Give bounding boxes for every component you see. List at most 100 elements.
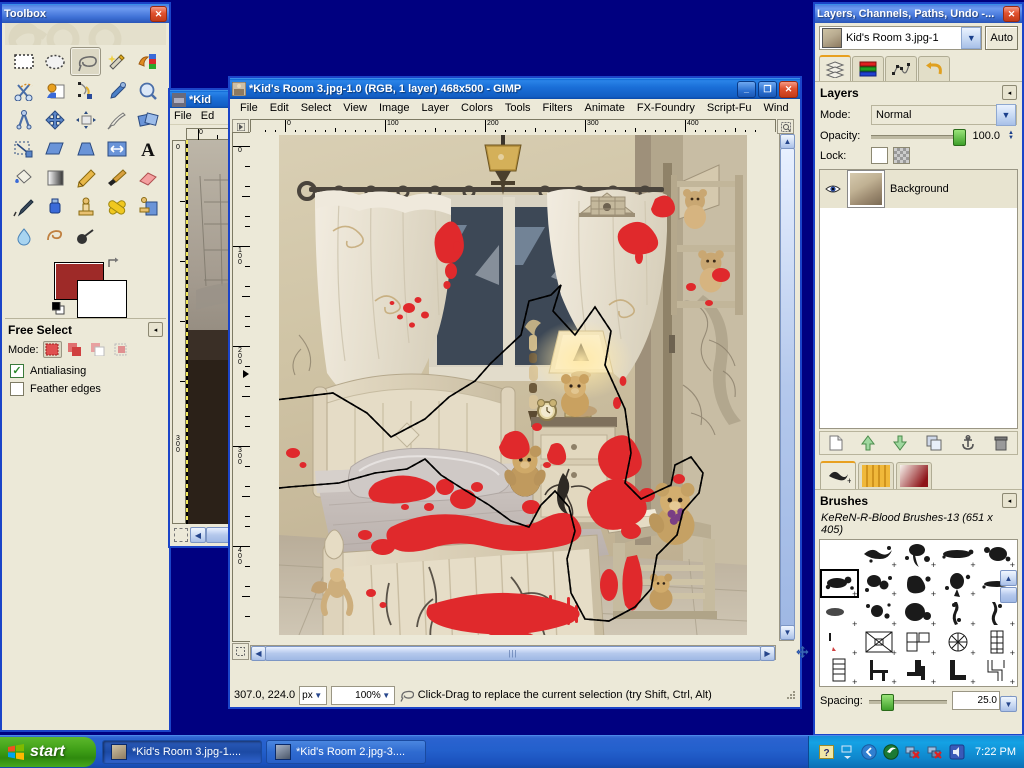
layer-mode-select[interactable]: Normal ▼ <box>871 104 1017 126</box>
menu-fx-foundry[interactable]: FX-Foundry <box>631 101 701 115</box>
main-minimize-button[interactable]: _ <box>737 80 756 98</box>
menu-tools[interactable]: Tools <box>499 101 537 115</box>
mode-add-button[interactable] <box>66 341 85 358</box>
list-item[interactable]: + <box>859 628 898 657</box>
paths-tool[interactable] <box>70 76 101 105</box>
list-item[interactable]: + <box>899 657 938 686</box>
heal-tool[interactable] <box>101 192 132 221</box>
layer-mode-chevron-down-icon[interactable]: ▼ <box>996 104 1016 126</box>
ellipse-select-tool[interactable] <box>39 47 70 76</box>
list-item[interactable]: + <box>899 598 938 628</box>
toolbox-close-button[interactable]: ✕ <box>150 6 167 22</box>
list-item[interactable]: + <box>820 598 859 628</box>
auto-follow-button[interactable]: Auto <box>985 26 1018 50</box>
clone-tool[interactable] <box>70 192 101 221</box>
table-row[interactable]: Background <box>820 170 1017 208</box>
list-item[interactable]: + <box>938 657 977 686</box>
scale-tool[interactable] <box>8 134 39 163</box>
dock-close-button[interactable]: ✕ <box>1003 6 1020 22</box>
flip-tool[interactable] <box>101 134 132 163</box>
mode-intersect-button[interactable] <box>112 341 131 358</box>
tab-paths[interactable] <box>885 56 917 81</box>
menu-select[interactable]: Select <box>295 101 338 115</box>
swap-colors-icon[interactable] <box>106 256 120 270</box>
menu-file[interactable]: File <box>234 101 264 115</box>
feather-edges-row[interactable]: Feather edges <box>2 378 169 396</box>
brush-grid[interactable]: + + + + + + + + + + + + + + + + + + + + … <box>820 540 1017 686</box>
dodge-burn-tool[interactable] <box>70 221 101 250</box>
brush-scroll-down-button[interactable]: ▼ <box>1000 696 1017 712</box>
layer-opacity-slider[interactable] <box>871 129 966 146</box>
menu-filters[interactable]: Filters <box>537 101 579 115</box>
tab-channels[interactable] <box>852 56 884 81</box>
menu-edit[interactable]: Edit <box>264 101 295 115</box>
free-select-tool[interactable] <box>70 47 101 76</box>
tray-chevron-left-icon[interactable] <box>861 744 877 760</box>
spacing-value-box[interactable]: 25.0 <box>952 691 1000 710</box>
toolbox-titlebar[interactable]: Toolbox ✕ <box>2 4 169 23</box>
measure-tool[interactable] <box>8 105 39 134</box>
move-tool[interactable] <box>39 105 70 134</box>
tool-options-collapse-button[interactable]: ◂ <box>148 322 163 337</box>
tab-patterns[interactable] <box>858 462 894 489</box>
layers-list[interactable]: Background <box>819 169 1018 429</box>
list-item[interactable]: + <box>899 628 938 657</box>
quick-mask-button[interactable] <box>232 643 249 660</box>
tab-gradients[interactable] <box>896 462 932 489</box>
list-item[interactable]: + <box>938 598 977 628</box>
lock-pixels-checkbox[interactable] <box>871 147 888 164</box>
network-disconnected-icon[interactable] <box>905 744 921 760</box>
lock-alpha-button[interactable] <box>893 147 910 164</box>
scroll-left-button[interactable]: ◀ <box>251 646 266 661</box>
spacing-slider[interactable] <box>869 693 947 711</box>
list-item[interactable]: + <box>820 657 859 686</box>
canvas-vertical-scrollbar[interactable]: ▲ ▼ <box>779 133 795 641</box>
unit-selector[interactable]: px ▼ <box>299 685 327 705</box>
help-note-icon[interactable]: ? <box>819 744 835 760</box>
perspective-tool[interactable] <box>70 134 101 163</box>
select-by-color-tool[interactable] <box>132 47 163 76</box>
perspective-clone-tool[interactable] <box>132 192 163 221</box>
menu-colors[interactable]: Colors <box>455 101 499 115</box>
layers-collapse-button[interactable]: ◂ <box>1002 85 1017 100</box>
feather-edges-checkbox[interactable] <box>10 382 24 396</box>
delete-layer-button[interactable] <box>994 435 1008 451</box>
mode-replace-button[interactable] <box>42 341 62 358</box>
taskbar-item-kids-room-3[interactable]: *Kid's Room 3.jpg-1.... <box>102 740 262 764</box>
lower-layer-button[interactable] <box>893 435 908 451</box>
main-close-button[interactable]: ✕ <box>779 80 798 98</box>
list-item[interactable]: + <box>938 569 977 599</box>
image-selector[interactable]: Kid's Room 3.jpg-1 ▼ <box>819 26 983 50</box>
list-item[interactable]: + <box>938 540 977 570</box>
taskbar-clock[interactable]: 7:22 PM <box>975 746 1016 758</box>
menu-layer[interactable]: Layer <box>416 101 456 115</box>
list-item[interactable]: + <box>820 628 859 657</box>
default-colors-icon[interactable] <box>52 302 65 315</box>
scroll-up-button[interactable]: ▲ <box>780 134 795 149</box>
brushes-collapse-button[interactable]: ◂ <box>1002 493 1017 508</box>
list-item[interactable]: + <box>978 540 1017 570</box>
tab-layers[interactable] <box>819 55 851 81</box>
zoom-image-window-button[interactable] <box>777 119 794 134</box>
background-color-swatch[interactable] <box>77 280 127 318</box>
alignment-tool[interactable] <box>70 105 101 134</box>
duplicate-layer-button[interactable] <box>926 435 942 451</box>
tray-overflow-icon[interactable] <box>840 745 855 760</box>
zoom-tool[interactable] <box>132 76 163 105</box>
menu-script-fu[interactable]: Script-Fu <box>701 101 758 115</box>
brush-scroll-thumb[interactable] <box>1000 587 1017 603</box>
network-disconnected-icon[interactable] <box>927 744 943 760</box>
text-tool[interactable]: A <box>132 134 163 163</box>
resize-grip-icon[interactable] <box>786 690 796 700</box>
crop-tool[interactable] <box>101 105 132 134</box>
shear-tool[interactable] <box>39 134 70 163</box>
list-item[interactable]: + <box>859 657 898 686</box>
ink-tool[interactable] <box>39 192 70 221</box>
hscroll-thumb[interactable]: ||| <box>265 646 761 661</box>
vertical-ruler[interactable]: 0 100 200 300 400 <box>232 132 251 642</box>
bg-scroll-left-button[interactable]: ◀ <box>190 527 206 543</box>
taskbar-item-kids-room-2[interactable]: *Kid's Room 2.jpg-3.... <box>266 740 426 764</box>
pencil-tool[interactable] <box>70 163 101 192</box>
anchor-layer-button[interactable] <box>960 435 976 451</box>
start-button[interactable]: start <box>0 737 96 767</box>
